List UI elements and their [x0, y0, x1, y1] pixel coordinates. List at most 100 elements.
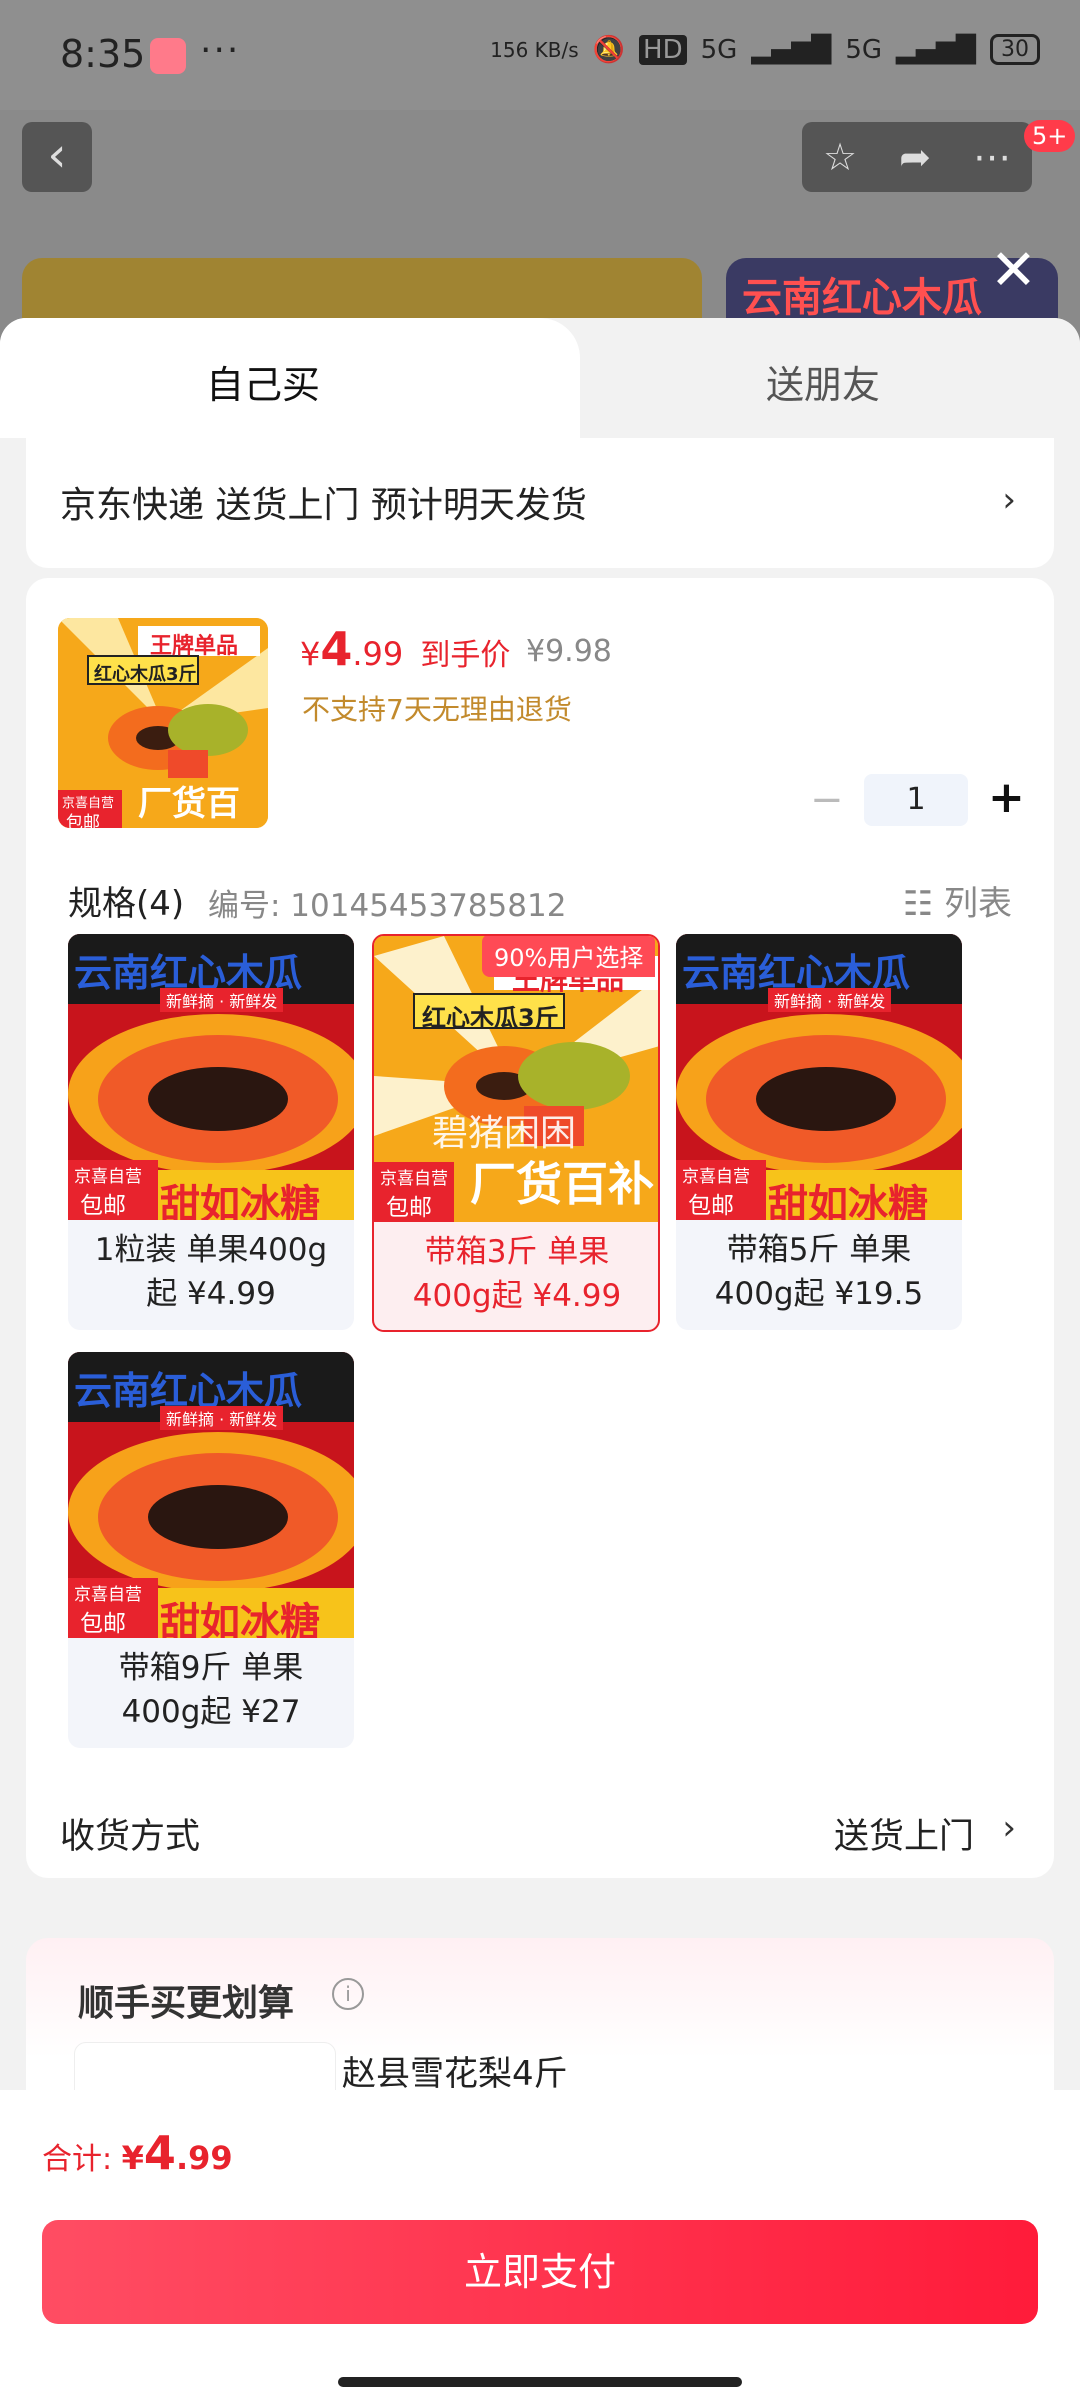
delivery-row[interactable]: 京东快递 送货上门 预计明天发货 › [26, 438, 1054, 568]
receive-method-row[interactable]: 收货方式 送货上门 › [26, 1784, 1054, 1878]
add-on-item-name[interactable]: 赵县雪花梨4斤 [342, 2046, 568, 2095]
pay-now-button[interactable]: 立即支付 [42, 2220, 1038, 2324]
background-banner-text: 云南红心木瓜 [742, 275, 982, 321]
price-symbol: ¥ [300, 635, 321, 673]
variant-image: 云南红心木瓜 新鲜摘 · 新鲜发 甜如冰糖 京喜自营 包邮 [68, 934, 354, 1220]
more-icon[interactable]: ⋯ [973, 135, 1011, 179]
spec-code: 编号: 10145453785812 [208, 888, 567, 924]
nav-actions: ☆ ➦ ⋯ [802, 122, 1032, 192]
variant-label-line-1: 带箱9斤 单果 [118, 1650, 304, 1686]
total-int: 4 [143, 2126, 176, 2180]
price: ¥4.99 到手价 [300, 622, 510, 676]
battery-icon: 30 [990, 34, 1040, 65]
popular-choice-badge: 90%用户选择 [482, 936, 656, 977]
product-thumbnail: 王牌单品 红心木瓜3斤 厂货百补 京喜自营 包邮 [58, 618, 268, 828]
list-view-button[interactable]: ☷ 列表 [903, 876, 1012, 925]
variant-label-line-2: 起 ¥4.99 [146, 1276, 276, 1312]
list-label: 列表 [944, 884, 1012, 924]
variant-sub: 新鲜摘 · 新鲜发 [768, 988, 892, 1012]
minus-icon[interactable]: − [810, 774, 844, 826]
delivery-text: 京东快递 送货上门 预计明天发货 [60, 485, 587, 526]
spec-title: 规格(4) [68, 884, 185, 924]
home-indicator[interactable] [338, 2377, 742, 2387]
variant-bottom-text: 甜如冰糖 [768, 1182, 928, 1220]
checkout-bar: 合计: ¥4.99 立即支付 [0, 2090, 1080, 2400]
variant-option-4[interactable]: 云南红心木瓜 新鲜摘 · 新鲜发 甜如冰糖 京喜自营 包邮 带箱9斤 单果 40… [68, 1352, 354, 1748]
net-speed: 156 KB/s [490, 37, 579, 62]
signal-bars-2-icon: ▂▄▆█ [896, 34, 976, 65]
quantity-input[interactable]: 1 [864, 774, 968, 826]
total-symbol: ¥ [121, 2139, 144, 2177]
status-time: 8:35 [60, 32, 146, 76]
thumb-tag-2: 包邮 [66, 813, 100, 828]
variant-bottom-text: 厂货百补 [470, 1157, 654, 1211]
variant-label-line-2: 400g起 ¥4.99 [412, 1278, 622, 1314]
variant-label-line-2: 400g起 ¥19.5 [714, 1276, 924, 1312]
total-dec: .99 [175, 2139, 233, 2177]
product-card: 王牌单品 红心木瓜3斤 厂货百补 京喜自营 包邮 ¥4.99 到手价 ¥9.98… [26, 578, 1054, 1878]
variant-label-line-1: 带箱5斤 单果 [726, 1232, 912, 1268]
variant-tag-2: 包邮 [688, 1193, 734, 1219]
variant-tag-1: 京喜自营 [74, 1167, 142, 1187]
mute-icon: 🔕 [592, 34, 626, 65]
hd-icon: HD [639, 34, 687, 65]
signal-bars-1-icon: ▂▄▆█ [751, 34, 832, 65]
variant-label: 带箱5斤 单果 400g起 ¥19.5 [676, 1228, 962, 1316]
original-price: ¥9.98 [526, 634, 612, 669]
signal-5g-2: 5G [845, 34, 883, 65]
variant-label: 带箱9斤 单果 400g起 ¥27 [68, 1646, 354, 1734]
list-icon: ☷ [902, 884, 934, 924]
variant-tag-1: 京喜自营 [380, 1169, 448, 1189]
tab-buy-self-label[interactable]: 自己买 [206, 354, 320, 409]
variant-label: 1粒装 单果400g 起 ¥4.99 [68, 1228, 354, 1316]
variant-tag-2: 包邮 [80, 1611, 126, 1637]
star-icon[interactable]: ☆ [823, 135, 857, 179]
tab-buy-self-edge [500, 318, 580, 438]
thumb-text-1: 王牌单品 [150, 634, 239, 659]
variant-sub: 新鲜摘 · 新鲜发 [160, 1406, 284, 1430]
variant-label-line-1: 1粒装 单果400g [94, 1232, 328, 1268]
variant-option-3[interactable]: 云南红心木瓜 新鲜摘 · 新鲜发 甜如冰糖 京喜自营 包邮 带箱5斤 单果 40… [676, 934, 962, 1330]
chevron-right-icon: › [1002, 1808, 1016, 1848]
tab-send-friend[interactable]: 送朋友 [766, 354, 880, 409]
variant-image: 云南红心木瓜 新鲜摘 · 新鲜发 甜如冰糖 京喜自营 包邮 [676, 934, 962, 1220]
return-policy: 不支持7天无理由退货 [302, 693, 572, 726]
variant-sub: 红心木瓜3斤 [422, 1004, 559, 1032]
close-icon[interactable]: ✕ [990, 238, 1037, 303]
variant-tag-2: 包邮 [80, 1193, 126, 1219]
price-dec: .99 [352, 635, 404, 673]
variant-sub: 新鲜摘 · 新鲜发 [160, 988, 284, 1012]
more-notifications-icon: ··· [200, 30, 241, 71]
plus-icon[interactable]: + [988, 772, 1025, 824]
variant-label-line-2: 400g起 ¥27 [121, 1694, 301, 1730]
price-note: 到手价 [420, 638, 511, 673]
total: 合计: ¥4.99 [42, 2126, 233, 2180]
receive-value: 送货上门 [833, 1817, 974, 1857]
chevron-right-icon: › [1002, 480, 1016, 520]
info-icon[interactable]: i [332, 1978, 364, 2010]
total-label: 合计: [42, 2142, 122, 2177]
message-badge: 5+ [1024, 120, 1076, 152]
status-bar: 8:35 ··· 156 KB/s 🔕 HD 5G ▂▄▆█ 5G ▂▄▆█ 3… [0, 0, 1080, 110]
purchase-sheet: 自己买 送朋友 京东快递 送货上门 预计明天发货 › 王牌单品 红心木瓜3斤 厂… [0, 318, 1080, 2400]
back-button[interactable]: ‹ [22, 122, 92, 192]
variant-bottom-text: 甜如冰糖 [160, 1600, 320, 1638]
variant-image: 云南红心木瓜 新鲜摘 · 新鲜发 甜如冰糖 京喜自营 包邮 [68, 1352, 354, 1638]
share-icon[interactable]: ➦ [899, 135, 931, 179]
status-icons: 156 KB/s 🔕 HD 5G ▂▄▆█ 5G ▂▄▆█ 30 [490, 34, 1040, 65]
variant-option-1[interactable]: 云南红心木瓜 新鲜摘 · 新鲜发 甜如冰糖 京喜自营 包邮 1粒装 单果400g… [68, 934, 354, 1330]
variant-label: 带箱3斤 单果 400g起 ¥4.99 [374, 1230, 658, 1318]
variant-image: 王牌单品 红心木瓜3斤 碧猪困困 厂货百补 京喜自营 包邮 [374, 936, 658, 1222]
variant-tag-1: 京喜自营 [74, 1585, 142, 1605]
signal-5g-1: 5G [700, 34, 738, 65]
variant-bottom-text: 甜如冰糖 [160, 1182, 320, 1220]
price-int: 4 [320, 622, 353, 676]
add-on-title: 顺手买更划算 [78, 1983, 295, 2024]
app-notification-icon [150, 38, 186, 74]
variant-label-line-1: 带箱3斤 单果 [424, 1234, 610, 1270]
thumb-text-2: 红心木瓜3斤 [94, 664, 197, 685]
thumb-text-3: 厂货百补 [138, 784, 240, 824]
variant-tag-1: 京喜自营 [682, 1167, 750, 1187]
variant-option-2[interactable]: 王牌单品 红心木瓜3斤 碧猪困困 厂货百补 京喜自营 包邮 90%用户选择 带箱… [372, 934, 660, 1332]
receive-label: 收货方式 [60, 1817, 201, 1857]
